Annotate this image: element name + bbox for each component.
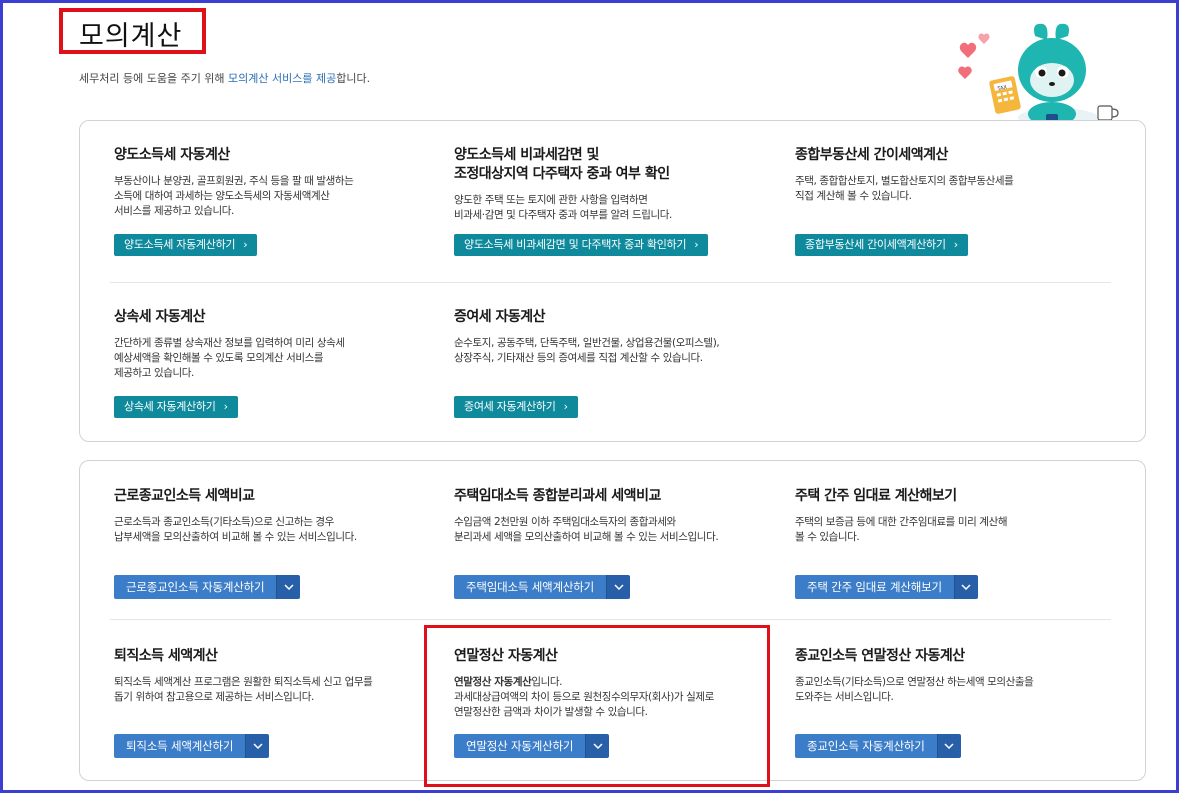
card-desc-line: 퇴직소득 세액계산 프로그램은 원활한 퇴직소득세 신고 업무를 xyxy=(114,676,373,688)
chevron-down-icon xyxy=(961,584,971,590)
card-desc-line: 종교인소득(기타소득)으로 연말정산 하는세액 모의산출을 xyxy=(795,676,1034,688)
card-desc-line: 주택의 보증금 등에 대한 간주임대료를 미리 계산해 xyxy=(795,516,1008,528)
coffee-cup-icon xyxy=(1097,105,1119,121)
card-earned-religious-income-compare: 근로종교인소득 세액비교 근로소득과 종교인소득(기타소득)으로 신고하는 경우… xyxy=(114,487,434,545)
card-title: 종교인소득 연말정산 자동계산 xyxy=(795,648,965,664)
chevron-down-icon xyxy=(253,743,263,749)
earned-religious-income-button-group: 근로종교인소득 자동계산하기 xyxy=(114,575,301,599)
deemed-rent-calc-button[interactable]: 주택 간주 임대료 계산해보기 xyxy=(795,575,954,599)
religious-income-calc-button[interactable]: 종교인소득 자동계산하기 xyxy=(795,734,937,758)
card-inheritance-tax: 상속세 자동계산 간단하게 종류별 상속재산 정보를 입력하여 미리 상속세 예… xyxy=(114,308,434,381)
panel-divider xyxy=(110,282,1111,283)
chevron-right-icon: › xyxy=(243,238,248,251)
card-desc-line: 예상세액을 확인해볼 수 있도록 모의계산 서비스를 xyxy=(114,352,324,364)
subtitle-highlight: 모의계산 서비스를 제공 xyxy=(228,72,337,85)
card-desc-line: 부동산이나 분양권, 골프회원권, 주식 등을 팔 때 발생하는 xyxy=(114,175,354,187)
housing-rental-calc-button[interactable]: 주택임대소득 세액계산하기 xyxy=(454,575,607,599)
heart-icon xyxy=(978,33,990,44)
card-title: 상속세 자동계산 xyxy=(114,309,206,325)
button-label: 상속세 자동계산하기 xyxy=(124,400,216,413)
card-desc-line: 돕기 위하여 참고용으로 제공하는 서비스입니다. xyxy=(114,691,314,703)
card-desc-line: 분리과세 세액을 모의산출하여 비교해 볼 수 있는 서비스입니다. xyxy=(454,531,719,543)
subtitle-prefix: 세무처리 등에 도움을 주기 위해 xyxy=(79,72,229,85)
card-desc-line: 도와주는 서비스입니다. xyxy=(795,691,894,703)
capital-gains-exemption-button[interactable]: 양도소득세 비과세감면 및 다주택자 중과 확인하기 › xyxy=(454,234,709,256)
mascot-illustration: TAX xyxy=(958,23,1119,128)
card-title: 조정대상지역 다주택자 중과 여부 확인 xyxy=(454,166,670,182)
card-deemed-rent: 주택 간주 임대료 계산해보기 주택의 보증금 등에 대한 간주임대료를 미리 … xyxy=(795,487,1115,545)
card-desc-line: 서비스를 제공하고 있습니다. xyxy=(114,205,234,217)
card-housing-rental-income-compare: 주택임대소득 종합분리과세 세액비교 수입금액 2천만원 이하 주택임대소득자의… xyxy=(454,487,774,545)
card-title: 종합부동산세 간이세액계산 xyxy=(795,147,948,163)
page-title: 모의계산 xyxy=(79,21,183,52)
card-title: 퇴직소득 세액계산 xyxy=(114,648,218,664)
heart-icon xyxy=(959,42,977,58)
card-capital-gains-tax: 양도소득세 자동계산 부동산이나 분양권, 골프회원권, 주식 등을 팔 때 발… xyxy=(114,146,434,219)
button-label: 종합부동산세 간이세액계산하기 xyxy=(805,238,946,251)
button-label: 양도소득세 자동계산하기 xyxy=(124,238,236,251)
card-religious-income-settlement: 종교인소득 연말정산 자동계산 종교인소득(기타소득)으로 연말정산 하는세액 … xyxy=(795,647,1115,705)
gift-tax-calc-button[interactable]: 증여세 자동계산하기 › xyxy=(454,396,578,418)
chevron-down-icon xyxy=(613,584,624,590)
religious-income-dropdown-toggle[interactable] xyxy=(936,734,961,758)
deemed-rent-dropdown-toggle[interactable] xyxy=(953,575,978,599)
retirement-income-button-group: 퇴직소득 세액계산하기 xyxy=(114,734,270,758)
card-title: 근로종교인소득 세액비교 xyxy=(114,488,255,504)
page-subtitle: 세무처리 등에 도움을 주기 위해 모의계산 서비스를 제공합니다. xyxy=(79,70,370,86)
card-comprehensive-real-estate-tax: 종합부동산세 간이세액계산 주택, 종합합산토지, 별도합산토지의 종합부동산세… xyxy=(795,146,1115,204)
card-title: 양도소득세 자동계산 xyxy=(114,147,230,163)
card-desc-line: 상장주식, 기타재산 등의 증여세를 직접 계산할 수 있습니다. xyxy=(454,352,703,364)
card-desc-line: 수입금액 2천만원 이하 주택임대소득자의 종합과세와 xyxy=(454,516,676,528)
card-capital-gains-exemption: 양도소득세 비과세감면 및 조정대상지역 다주택자 중과 여부 확인 양도한 주… xyxy=(454,146,774,223)
card-gift-tax: 증여세 자동계산 순수토지, 공동주택, 단독주택, 일반건물, 상업용건물(오… xyxy=(454,308,784,366)
card-desc-line: 제공하고 있습니다. xyxy=(114,367,194,379)
card-title: 양도소득세 비과세감면 및 xyxy=(454,147,599,163)
card-title: 주택 간주 임대료 계산해보기 xyxy=(795,488,957,504)
capital-gains-calc-button[interactable]: 양도소득세 자동계산하기 › xyxy=(114,234,258,256)
year-end-settlement-highlight-box xyxy=(424,625,770,787)
earned-religious-income-dropdown-toggle[interactable] xyxy=(276,575,301,599)
earned-religious-income-calc-button[interactable]: 근로종교인소득 자동계산하기 xyxy=(114,575,277,599)
card-title: 주택임대소득 종합분리과세 세액비교 xyxy=(454,488,661,504)
card-desc-line: 간단하게 종류별 상속재산 정보를 입력하여 미리 상속세 xyxy=(114,337,345,349)
card-desc-line: 양도한 주택 또는 토지에 관한 사항을 입력하면 xyxy=(454,194,648,206)
chevron-right-icon: › xyxy=(223,400,228,413)
retirement-income-dropdown-toggle[interactable] xyxy=(245,734,270,758)
chevron-down-icon xyxy=(944,743,954,749)
card-desc-line: 납부세액을 모의산출하여 비교해 볼 수 있는 서비스입니다. xyxy=(114,531,357,543)
chevron-down-icon xyxy=(284,584,294,590)
card-desc-line: 주택, 종합합산토지, 별도합산토지의 종합부동산세를 xyxy=(795,175,1014,187)
inheritance-tax-calc-button[interactable]: 상속세 자동계산하기 › xyxy=(114,396,238,418)
panel-divider xyxy=(110,619,1111,620)
card-desc-line: 직접 계산해 볼 수 있습니다. xyxy=(795,190,912,202)
card-title: 증여세 자동계산 xyxy=(454,309,546,325)
calculator-icon: TAX xyxy=(989,76,1021,114)
real-estate-tax-calc-button[interactable]: 종합부동산세 간이세액계산하기 › xyxy=(795,234,968,256)
subtitle-suffix: 합니다. xyxy=(336,72,371,85)
chevron-right-icon: › xyxy=(953,238,958,251)
button-label: 증여세 자동계산하기 xyxy=(464,400,556,413)
card-desc-line: 근로소득과 종교인소득(기타소득)으로 신고하는 경우 xyxy=(114,516,334,528)
card-desc-line: 비과세·감면 및 다주택자 중과 여부를 알려 드립니다. xyxy=(454,209,672,221)
button-label: 양도소득세 비과세감면 및 다주택자 중과 확인하기 xyxy=(464,238,687,251)
housing-rental-dropdown-toggle[interactable] xyxy=(606,575,631,599)
religious-income-button-group: 종교인소득 자동계산하기 xyxy=(795,734,961,758)
card-desc-line: 소득에 대하여 과세하는 양도소득세의 자동세액계산 xyxy=(114,190,330,202)
retirement-income-calc-button[interactable]: 퇴직소득 세액계산하기 xyxy=(114,734,246,758)
chevron-right-icon: › xyxy=(563,400,568,413)
card-desc-line: 순수토지, 공동주택, 단독주택, 일반건물, 상업용건물(오피스텔), xyxy=(454,337,720,349)
deemed-rent-button-group: 주택 간주 임대료 계산해보기 xyxy=(795,575,978,599)
card-desc-line: 볼 수 있습니다. xyxy=(795,531,860,543)
chevron-right-icon: › xyxy=(694,238,699,251)
card-retirement-income-tax: 퇴직소득 세액계산 퇴직소득 세액계산 프로그램은 원활한 퇴직소득세 신고 업… xyxy=(114,647,434,705)
heart-icon xyxy=(958,66,972,79)
housing-rental-button-group: 주택임대소득 세액계산하기 xyxy=(454,575,631,599)
